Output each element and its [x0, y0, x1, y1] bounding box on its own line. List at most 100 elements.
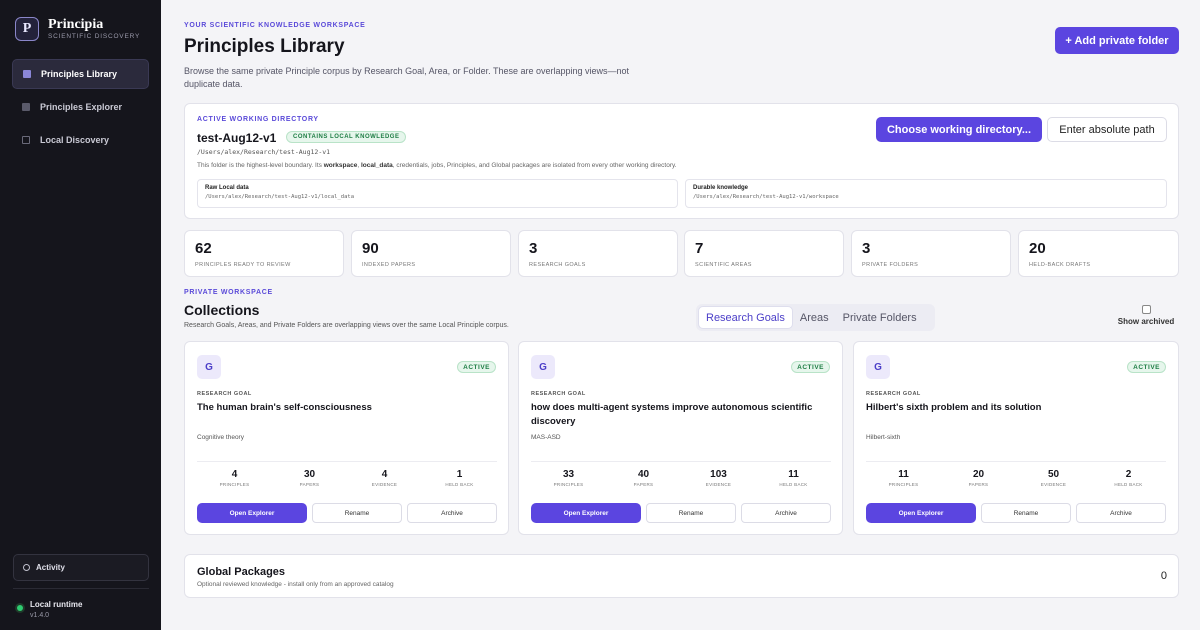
evidence-label: EVIDENCE — [371, 482, 398, 487]
brand[interactable]: P Principia SCIENTIFIC DISCOVERY — [15, 17, 140, 41]
local-knowledge-badge: CONTAINS LOCAL KNOWLEDGE — [286, 131, 407, 143]
papers-count: 20 — [972, 469, 985, 480]
tab-private-folders[interactable]: Private Folders — [836, 306, 924, 329]
raw-local-data-title: Raw Local data — [205, 185, 249, 191]
held-back-label: HELD BACK — [1114, 482, 1143, 487]
goal-stats: 33 PRINCIPLES 40 PAPERS 103 EVIDENCE 11 HELD… — [531, 469, 831, 487]
rename-button[interactable]: Rename — [981, 503, 1071, 523]
sidebar-item-label: Principles Explorer — [40, 102, 123, 112]
stat-card-papers: 90 INDEXED PAPERS — [351, 230, 511, 277]
stat-card-scientific-areas: 7 SCIENTIFIC AREAS — [684, 230, 844, 277]
working-directory-eyebrow: ACTIVE WORKING DIRECTORY — [197, 116, 319, 123]
papers-count: 30 — [303, 469, 316, 480]
sidebar-item-principles-explorer[interactable]: Principles Explorer — [12, 92, 149, 122]
papers-count: 40 — [637, 469, 650, 480]
principles-label: PRINCIPLES — [888, 482, 919, 487]
global-packages-description: Optional reviewed knowledge - install on… — [197, 581, 394, 588]
runtime-title: Local runtime — [30, 600, 83, 609]
goal-title: Hilbert's sixth problem and its solution — [866, 402, 1042, 413]
principles-label: PRINCIPLES — [553, 482, 584, 487]
activity-label: Activity — [36, 563, 65, 572]
private-workspace-eyebrow: PRIVATE WORKSPACE — [184, 289, 273, 296]
collections-title: Collections — [184, 302, 260, 318]
archive-button[interactable]: Archive — [407, 503, 497, 523]
show-archived-checkbox[interactable] — [1141, 305, 1151, 314]
open-explorer-button[interactable]: Open Explorer — [531, 503, 641, 523]
archive-button[interactable]: Archive — [741, 503, 831, 523]
brand-subtitle: SCIENTIFIC DISCOVERY — [48, 33, 141, 40]
stat-label: PRIVATE FOLDERS — [862, 262, 919, 268]
durable-knowledge-path: /Users/alex/Research/test-Aug12-v1/works… — [693, 194, 839, 200]
stat-label: INDEXED PAPERS — [362, 262, 416, 268]
page-title: Principles Library — [184, 36, 345, 57]
held-back-count: 1 — [456, 469, 463, 480]
status-badge: ACTIVE — [457, 361, 496, 373]
show-archived-toggle[interactable]: Show archived — [1116, 305, 1176, 326]
add-private-folder-button[interactable]: + Add private folder — [1055, 27, 1179, 54]
activity-button[interactable]: Activity — [13, 554, 149, 581]
page-description: Browse the same private Principle corpus… — [184, 66, 630, 89]
explorer-icon — [22, 103, 30, 111]
held-back-count: 11 — [788, 469, 799, 480]
goal-stats: 4 PRINCIPLES 30 PAPERS 4 EVIDENCE 1 HELD BAC… — [197, 469, 497, 487]
stat-value: 3 — [862, 240, 871, 257]
evidence-label: EVIDENCE — [1040, 482, 1067, 487]
status-dot-icon — [17, 605, 23, 611]
goal-type: RESEARCH GOAL — [197, 391, 252, 397]
library-icon — [23, 70, 31, 78]
goal-avatar: G — [197, 355, 221, 379]
tab-research-goals[interactable]: Research Goals — [698, 306, 793, 329]
held-back-label: HELD BACK — [779, 482, 808, 487]
working-directory-note: This folder is the highest-level boundar… — [197, 162, 677, 169]
held-back-count: 2 — [1125, 469, 1132, 480]
stat-card-private-folders: 3 PRIVATE FOLDERS — [851, 230, 1011, 277]
open-explorer-button[interactable]: Open Explorer — [197, 503, 307, 523]
goal-subtitle: Cognitive theory — [197, 434, 244, 441]
rename-button[interactable]: Rename — [312, 503, 402, 523]
principles-count: 33 — [562, 469, 575, 480]
durable-knowledge-box: Durable knowledge /Users/alex/Research/t… — [685, 179, 1167, 208]
research-goal-card: G ACTIVE RESEARCH GOAL how does multi-ag… — [518, 341, 843, 535]
show-archived-label: Show archived — [1117, 317, 1175, 326]
papers-label: PAPERS — [299, 482, 320, 487]
divider — [197, 461, 497, 462]
stat-card-research-goals: 3 RESEARCH GOALS — [518, 230, 678, 277]
goal-type: RESEARCH GOAL — [531, 391, 586, 397]
global-packages-count: 0 — [1160, 570, 1167, 582]
status-badge: ACTIVE — [791, 361, 830, 373]
stat-card-held-back-drafts: 20 HELD-BACK DRAFTS — [1018, 230, 1179, 277]
open-explorer-button[interactable]: Open Explorer — [866, 503, 976, 523]
sidebar-divider — [13, 588, 149, 589]
enter-absolute-path-button[interactable]: Enter absolute path — [1047, 117, 1167, 142]
archive-button[interactable]: Archive — [1076, 503, 1166, 523]
papers-label: PAPERS — [968, 482, 989, 487]
raw-local-data-path: /Users/alex/Research/test-Aug12-v1/local… — [205, 194, 355, 200]
principles-count: 4 — [231, 469, 238, 480]
stat-label: HELD-BACK DRAFTS — [1029, 262, 1091, 268]
rename-button[interactable]: Rename — [646, 503, 736, 523]
sidebar-item-principles-library[interactable]: Principles Library — [12, 59, 149, 89]
principles-label: PRINCIPLES — [219, 482, 250, 487]
choose-working-directory-button[interactable]: Choose working directory... — [876, 117, 1042, 142]
stat-value: 3 — [529, 240, 538, 257]
goal-avatar: G — [531, 355, 555, 379]
runtime-status: Local runtime v1.4.0 — [17, 599, 82, 621]
working-directory-name: test-Aug12-v1 — [197, 131, 277, 145]
goal-subtitle: MAS-ASD — [531, 434, 561, 441]
tab-areas[interactable]: Areas — [793, 306, 836, 329]
header-eyebrow: YOUR SCIENTIFIC KNOWLEDGE WORKSPACE — [184, 22, 366, 29]
working-directory-card: ACTIVE WORKING DIRECTORY test-Aug12-v1 C… — [184, 103, 1179, 219]
stat-card-principles: 62 PRINCIPLES READY TO REVIEW — [184, 230, 344, 277]
goal-type: RESEARCH GOAL — [866, 391, 921, 397]
principles-count: 11 — [898, 469, 909, 480]
held-back-label: HELD BACK — [445, 482, 474, 487]
global-packages-card[interactable]: Global Packages Optional reviewed knowle… — [184, 554, 1179, 598]
sidebar-item-label: Principles Library — [41, 69, 118, 79]
sidebar-item-local-discovery[interactable]: Local Discovery — [12, 125, 149, 155]
runtime-version: v1.4.0 — [30, 612, 50, 619]
sidebar-item-label: Local Discovery — [40, 135, 110, 145]
stat-label: RESEARCH GOALS — [529, 262, 586, 268]
divider — [531, 461, 831, 462]
collections-description: Research Goals, Areas, and Private Folde… — [184, 322, 509, 329]
goal-stats: 11 PRINCIPLES 20 PAPERS 50 EVIDENCE 2 HELD B… — [866, 469, 1166, 487]
